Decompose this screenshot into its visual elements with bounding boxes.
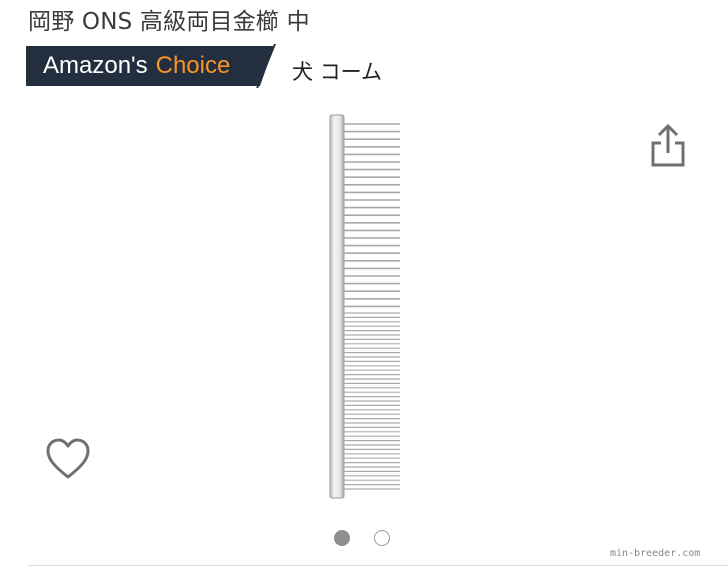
badge-category[interactable]: 犬 コーム [292, 56, 382, 86]
product-image[interactable] [320, 110, 415, 500]
pagination-dot-2[interactable] [374, 530, 390, 546]
badge-brand-text: Amazon's [43, 52, 148, 79]
comb-illustration [329, 114, 400, 499]
amazons-choice-badge[interactable]: Amazon's Choice [26, 46, 274, 86]
image-pagination [334, 530, 396, 550]
pagination-dot-1[interactable] [334, 530, 350, 546]
heart-outline-icon[interactable] [44, 437, 92, 481]
divider-line [28, 565, 728, 566]
share-icon[interactable] [648, 123, 688, 167]
badge-choice-text: Choice [155, 52, 231, 79]
product-title: 岡野 ONS 高級両目金櫛 中 [28, 9, 310, 35]
watermark: min-breeder.com [610, 548, 701, 559]
